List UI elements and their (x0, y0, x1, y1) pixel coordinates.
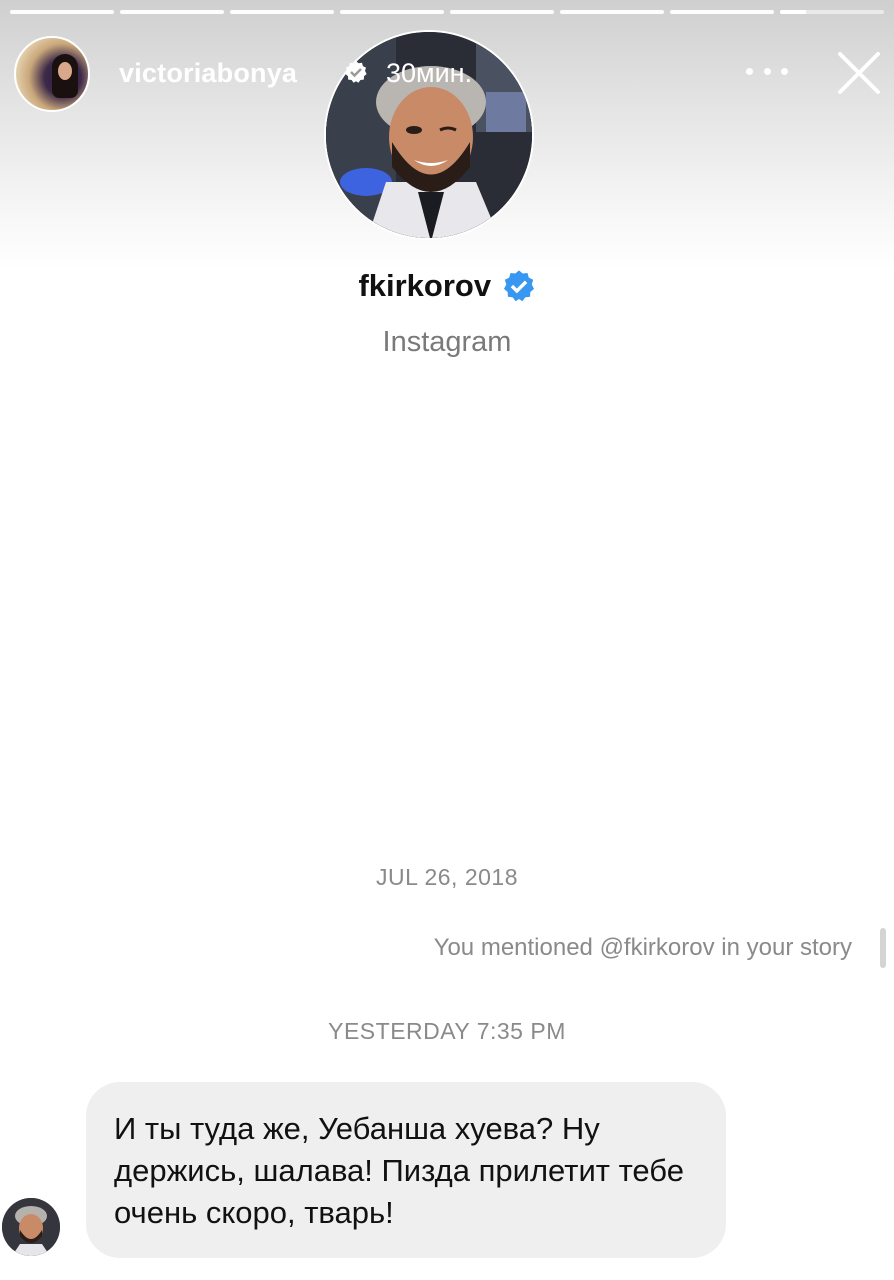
date-separator: JUL 26, 2018 (376, 864, 518, 890)
progress-segment (10, 10, 114, 14)
story-mention-note[interactable]: You mentioned @fkirkorov in your story (434, 934, 852, 962)
sender-avatar[interactable] (2, 1198, 60, 1256)
story-view: victoriabonya 30мин. fkirkorov Instagram… (0, 0, 894, 1280)
progress-segment (230, 10, 334, 14)
message-bubble[interactable]: И ты туда же, Уебанша хуева? Ну держись,… (86, 1082, 726, 1258)
verified-badge-icon (503, 270, 534, 302)
progress-segment-current (780, 10, 884, 14)
verified-badge-icon (345, 61, 367, 83)
sender-photo (2, 1198, 60, 1256)
progress-segment (120, 10, 224, 14)
date-separator: YESTERDAY 7:35 PM (328, 1018, 566, 1044)
story-username[interactable]: victoriabonya (119, 58, 297, 89)
profile-name-row: fkirkorov (0, 268, 894, 304)
close-icon[interactable] (834, 48, 884, 98)
story-timestamp: 30мин. (386, 58, 473, 88)
progress-segment (670, 10, 774, 14)
story-progress-bar (10, 10, 884, 14)
more-icon[interactable] (746, 66, 788, 76)
profile-username[interactable]: fkirkorov (358, 268, 491, 304)
avatar-face (58, 62, 72, 80)
scrollbar[interactable] (880, 928, 886, 968)
progress-segment (340, 10, 444, 14)
progress-segment (450, 10, 554, 14)
story-author-avatar[interactable] (14, 36, 90, 112)
profile-subtitle: Instagram (382, 326, 512, 358)
message-row: И ты туда же, Уебанша хуева? Ну держись,… (0, 1080, 894, 1260)
progress-segment (560, 10, 664, 14)
story-header: victoriabonya 30мин. (14, 32, 884, 112)
